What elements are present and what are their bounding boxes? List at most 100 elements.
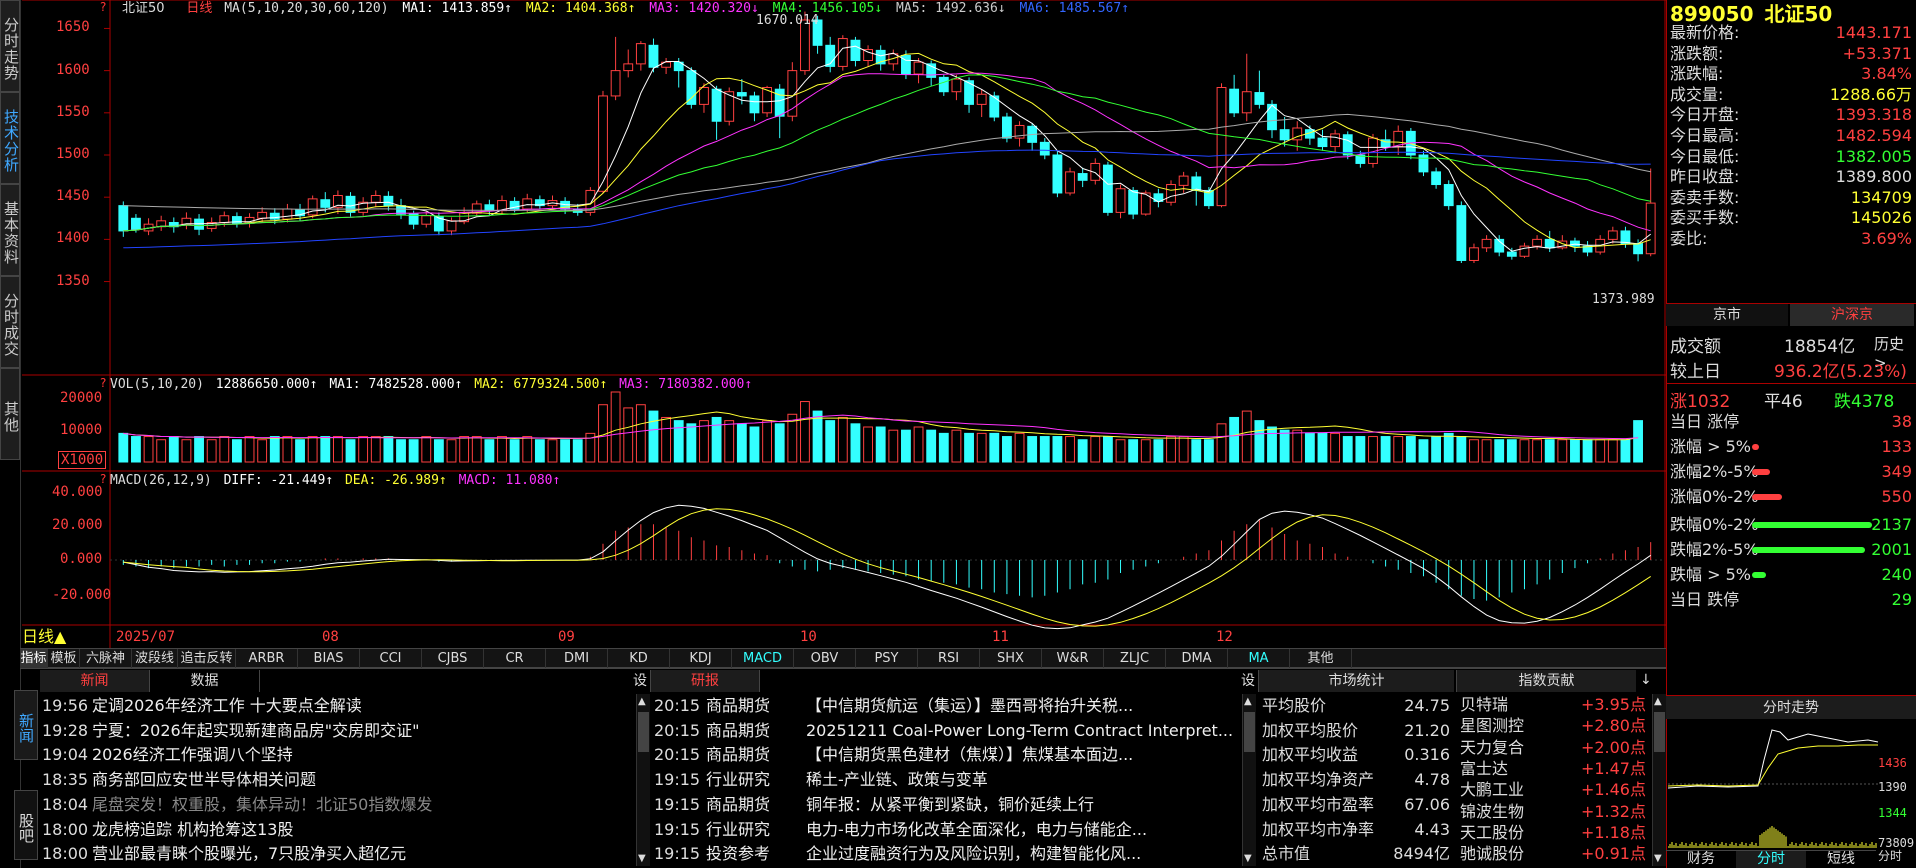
indicator-tab[interactable]: RSI bbox=[918, 649, 980, 668]
side-tab-intraday[interactable]: 分时走势 bbox=[0, 0, 20, 92]
mini-intraday-chart[interactable] bbox=[1668, 720, 1880, 848]
indicator-tab[interactable]: KD bbox=[608, 649, 670, 668]
contrib-row[interactable]: 星图测控 +2.80点 bbox=[1460, 715, 1648, 736]
news-item[interactable]: 18:35 商务部回应安世半导体相关问题 bbox=[42, 768, 634, 792]
indicator-tab[interactable]: ARBR bbox=[236, 649, 298, 668]
news-item[interactable]: 18:04 尾盘突发！权重股，集体异动！北证50指数爆发 bbox=[42, 793, 634, 817]
sort-icon[interactable]: ↓ bbox=[1640, 672, 1652, 688]
scroll-thumb[interactable] bbox=[1244, 712, 1255, 752]
indicator-tab[interactable]: CJBS bbox=[422, 649, 484, 668]
indicator-tab[interactable]: 指标 bbox=[20, 649, 48, 668]
indicator-tab[interactable]: PSY bbox=[856, 649, 918, 668]
indicator-tab[interactable]: ZLJC bbox=[1104, 649, 1166, 668]
scroll-up-icon[interactable]: ▲ bbox=[638, 696, 646, 707]
mini-axis-label: 分时 bbox=[1878, 849, 1903, 863]
indicator-tab[interactable]: 波段线 bbox=[132, 649, 178, 668]
kline-chart[interactable] bbox=[22, 0, 1666, 648]
research-item[interactable]: 19:15 商品期货 铜年报：从紧平衡到紧缺，铜价延续上行 bbox=[654, 793, 1240, 817]
research-settings-button[interactable]: 设 bbox=[1238, 670, 1258, 692]
candle-body bbox=[1607, 230, 1618, 240]
contrib-value: +1.47点 bbox=[1580, 758, 1646, 778]
research-item[interactable]: 19:15 投资参考 企业过度融资行为及风险识别，构建智能化风... bbox=[654, 842, 1240, 866]
side-tab-label: 技术分析 bbox=[2, 109, 20, 173]
scroll-down-icon[interactable]: ▼ bbox=[638, 853, 646, 864]
research-item[interactable]: 20:15 商品期货 【中信期货黑色建材（焦煤）】焦煤基本面边... bbox=[654, 743, 1240, 767]
stats-label: 加权平均市净率 bbox=[1262, 819, 1375, 839]
scroll-down-icon[interactable]: ▼ bbox=[1244, 853, 1252, 864]
news-scrollbar[interactable]: ▲ ▼ bbox=[636, 694, 650, 866]
contrib-row[interactable]: 天工股份 +1.18点 bbox=[1460, 822, 1648, 843]
quote-row: 最新价格: 1443.171 bbox=[1670, 22, 1916, 43]
news-item[interactable]: 19:28 宁夏：2026年起实现新建商品房"交房即交证" bbox=[42, 719, 634, 743]
side-tab-trades[interactable]: 分时成交 bbox=[0, 276, 20, 368]
quote-value: 1443.171 bbox=[1835, 23, 1912, 42]
side-tab-fundamentals[interactable]: 基本资料 bbox=[0, 184, 20, 276]
guba-side-tab[interactable]: 股吧 bbox=[14, 790, 38, 860]
scroll-thumb[interactable] bbox=[638, 712, 649, 752]
news-item[interactable]: 18:00 龙虎榜追踪 机构抢筹这13股 bbox=[42, 818, 634, 842]
scroll-up-icon[interactable]: ▲ bbox=[1244, 696, 1252, 707]
scroll-thumb[interactable] bbox=[1654, 712, 1665, 752]
contrib-row[interactable]: 贝特瑞 +3.95点 bbox=[1460, 694, 1648, 715]
side-tab-other[interactable]: 其他 bbox=[0, 368, 20, 460]
indicator-tab[interactable]: MACD bbox=[732, 649, 794, 668]
tab-research[interactable]: 研报 bbox=[650, 670, 760, 692]
research-item[interactable]: 19:15 行业研究 稀土-产业链、政策与变革 bbox=[654, 768, 1240, 792]
research-category: 商品期货 bbox=[706, 696, 771, 715]
news-item[interactable]: 19:56 定调2026年经济工作 十大要点全解读 bbox=[42, 694, 634, 718]
indicator-tab[interactable]: CCI bbox=[360, 649, 422, 668]
breadth-row: 涨幅2%-5% 349 bbox=[1670, 460, 1916, 484]
tab-bse[interactable]: 京市 bbox=[1666, 304, 1788, 326]
quote-value: 1393.318 bbox=[1835, 105, 1912, 125]
research-scrollbar[interactable]: ▲ ▼ bbox=[1242, 694, 1256, 866]
indicator-tab[interactable]: SHX bbox=[980, 649, 1042, 668]
indicator-tab[interactable]: 追击反转 bbox=[178, 649, 236, 668]
tab-all-markets[interactable]: 沪深京 bbox=[1790, 304, 1914, 326]
candle-body bbox=[1570, 240, 1580, 247]
indicator-tab[interactable]: W&R bbox=[1042, 649, 1104, 668]
help-icon[interactable]: ? bbox=[100, 0, 106, 14]
research-item[interactable]: 19:15 行业研究 电力-电力市场化改革全面深化，电力与储能企... bbox=[654, 818, 1240, 842]
scroll-down-icon[interactable]: ▼ bbox=[1654, 853, 1662, 864]
volume-bar bbox=[1292, 429, 1303, 463]
contrib-header[interactable]: 指数贡献 bbox=[1456, 670, 1636, 692]
indicator-tab[interactable]: 其他 bbox=[1290, 649, 1352, 668]
contrib-row[interactable]: 富士达 +1.47点 bbox=[1460, 758, 1648, 779]
tab-news[interactable]: 新闻 bbox=[40, 670, 150, 692]
stats-row: 加权平均净资产 4.78 bbox=[1262, 768, 1452, 792]
indicator-tab[interactable]: OBV bbox=[794, 649, 856, 668]
indicator-tab[interactable]: DMA bbox=[1166, 649, 1228, 668]
news-item[interactable]: 18:00 营业部最青睐个股曝光，7只股净买入超亿元 bbox=[42, 842, 634, 866]
indicator-tab[interactable]: 六脉神剑 bbox=[80, 649, 132, 685]
tab-finance[interactable]: 财务 bbox=[1666, 851, 1736, 868]
news-settings-button[interactable]: 设 bbox=[630, 670, 650, 692]
contrib-row[interactable]: 大鹏工业 +1.46点 bbox=[1460, 779, 1648, 800]
indicator-tab[interactable]: 模板 bbox=[48, 649, 80, 668]
news-item[interactable]: 19:04 2026经济工作强调八个坚持 bbox=[42, 743, 634, 767]
mini-axis-label: 1390 bbox=[1878, 780, 1907, 794]
tab-intraday[interactable]: 分时 bbox=[1736, 851, 1806, 868]
indicator-tab[interactable]: BIAS bbox=[298, 649, 360, 668]
indicator-tab[interactable]: CR bbox=[484, 649, 546, 668]
contrib-scrollbar[interactable]: ▲ ▼ bbox=[1652, 694, 1666, 866]
chart-area[interactable]: 北证50 日线 MA(5,10,20,30,60,120) MA1: 1413.… bbox=[22, 0, 1666, 648]
candle-body bbox=[1077, 173, 1088, 181]
contrib-row[interactable]: 锦波生物 +1.32点 bbox=[1460, 801, 1648, 822]
candle-body bbox=[1216, 87, 1227, 207]
help-icon[interactable]: ? bbox=[100, 376, 106, 390]
scroll-up-icon[interactable]: ▲ bbox=[1654, 696, 1662, 707]
tab-shortline[interactable]: 短线 bbox=[1806, 851, 1876, 868]
research-item[interactable]: 20:15 商品期货 20251211 Coal-Power Long-Term C… bbox=[654, 719, 1240, 743]
period-selector[interactable]: 日线▲ bbox=[22, 627, 66, 647]
contrib-row[interactable]: 天力复合 +2.00点 bbox=[1460, 737, 1648, 758]
contrib-row[interactable]: 驰诚股份 +0.91点 bbox=[1460, 843, 1648, 864]
side-tab-technical[interactable]: 技术分析 bbox=[0, 92, 20, 184]
indicator-tab[interactable]: KDJ bbox=[670, 649, 732, 668]
indicator-tab[interactable]: MA bbox=[1228, 649, 1290, 668]
period-label[interactable]: 日线 bbox=[186, 1, 212, 16]
research-item[interactable]: 20:15 商品期货 【中信期货航运（集运）】墨西哥将抬升关税... bbox=[654, 694, 1240, 718]
indicator-tab[interactable]: DMI bbox=[546, 649, 608, 668]
candle-body bbox=[257, 211, 268, 219]
tab-data[interactable]: 数据 bbox=[150, 670, 260, 692]
news-side-tab[interactable]: 新闻 bbox=[14, 690, 38, 760]
